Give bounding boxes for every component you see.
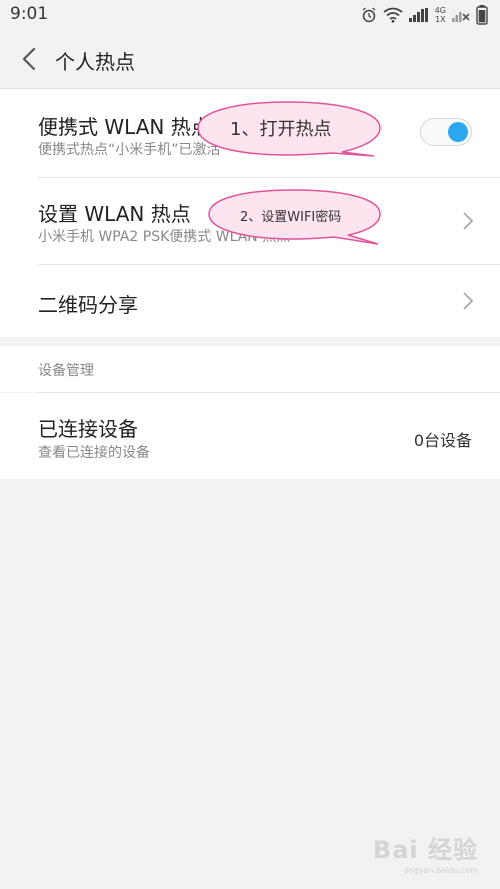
alarm-icon <box>362 7 376 23</box>
portable-hotspot-title: 便携式 WLAN 热点 <box>38 115 211 139</box>
app-header: 个人热点 <box>0 30 500 89</box>
connected-devices-card: 已连接设备 查看已连接的设备 0台设备 <box>0 393 500 479</box>
qr-share-title: 二维码分享 <box>38 293 138 317</box>
baidu-jingyan-watermark: Bai 经验 jingyan.baidu.com <box>373 830 478 875</box>
watermark-text: Bai 经验 <box>372 836 478 864</box>
status-icons: 4G 1X <box>361 5 488 25</box>
chevron-right-icon <box>463 292 474 310</box>
hotspot-toggle[interactable] <box>420 118 472 146</box>
wifi-icon <box>383 7 403 23</box>
annotation-text-1: 1、打开热点 <box>230 119 332 140</box>
signal-icon <box>408 8 428 22</box>
annotation-text-2: 2、设置WIFI密码 <box>240 210 342 225</box>
watermark-url: jingyan.baidu.com <box>404 866 478 875</box>
device-count: 0台设备 <box>413 431 472 450</box>
annotation-bubble-1: 1、打开热点 <box>192 100 384 158</box>
no-signal-icon <box>452 12 470 22</box>
status-time: 9:01 <box>10 4 49 24</box>
qr-share-row[interactable]: 二维码分享 <box>0 265 500 337</box>
setup-hotspot-title: 设置 WLAN 热点 <box>38 202 191 226</box>
status-bar: 9:01 4G 1X <box>0 0 500 30</box>
annotation-bubble-2: 2、设置WIFI密码 <box>206 188 384 246</box>
section-label-device-management: 设备管理 <box>38 363 94 379</box>
connected-devices-row[interactable]: 已连接设备 查看已连接的设备 0台设备 <box>0 393 500 479</box>
battery-icon <box>476 5 488 25</box>
network-type: 4G 1X <box>434 6 446 24</box>
connected-devices-subtitle: 查看已连接的设备 <box>38 445 150 461</box>
connected-devices-title: 已连接设备 <box>38 417 138 441</box>
chevron-left-icon[interactable] <box>18 46 42 72</box>
chevron-right-icon <box>463 212 474 230</box>
page-title: 个人热点 <box>55 50 135 74</box>
toggle-knob <box>448 122 468 142</box>
